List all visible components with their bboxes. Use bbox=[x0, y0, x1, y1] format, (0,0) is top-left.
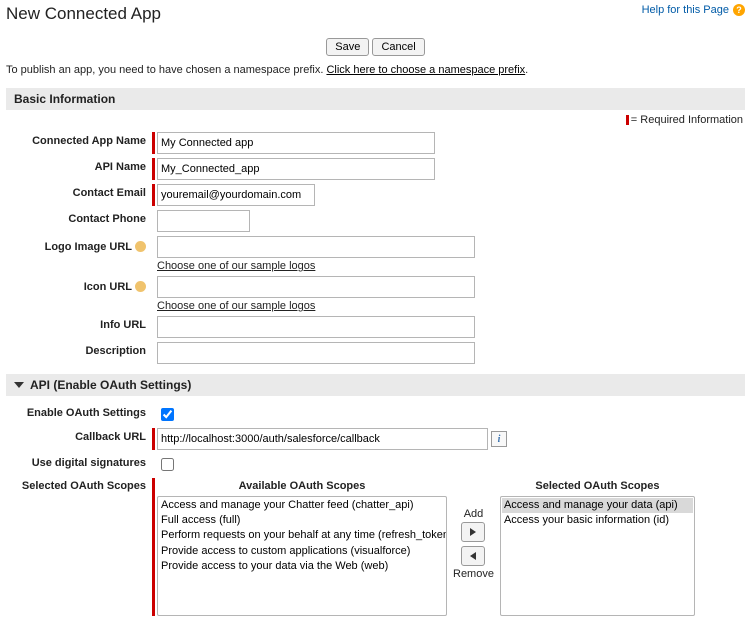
page-title: New Connected App bbox=[6, 4, 161, 24]
label-api-name: API Name bbox=[6, 158, 152, 173]
label-selected-oauth-scopes: Selected OAuth Scopes bbox=[6, 478, 152, 492]
scope-option[interactable]: Access and manage your data (api) bbox=[502, 498, 693, 513]
twisty-down-icon[interactable] bbox=[14, 382, 24, 388]
section-basic-title: Basic Information bbox=[14, 92, 115, 106]
required-marker bbox=[152, 428, 155, 450]
choose-sample-logo-link[interactable]: Choose one of our sample logos bbox=[157, 260, 475, 272]
label-connected-app-name: Connected App Name bbox=[6, 132, 152, 147]
required-marker bbox=[152, 184, 155, 206]
connected-app-name-input[interactable] bbox=[157, 132, 435, 154]
required-marker-off bbox=[152, 342, 155, 364]
help-icon: ? bbox=[733, 4, 745, 16]
required-information-legend: = Required Information bbox=[6, 110, 745, 130]
use-digital-signatures-checkbox[interactable] bbox=[161, 458, 174, 471]
info-icon[interactable]: i bbox=[491, 431, 507, 447]
available-scopes-title: Available OAuth Scopes bbox=[239, 480, 366, 492]
description-input[interactable] bbox=[157, 342, 475, 364]
choose-sample-icon-link[interactable]: Choose one of our sample logos bbox=[157, 300, 475, 312]
help-for-page-link[interactable]: Help for this Page ? bbox=[642, 4, 745, 16]
label-logo-image-url: Logo Image URL bbox=[6, 236, 152, 253]
namespace-message: To publish an app, you need to have chos… bbox=[6, 64, 745, 76]
logo-image-url-input[interactable] bbox=[157, 236, 475, 258]
selected-scopes-title: Selected OAuth Scopes bbox=[535, 480, 659, 492]
required-marker-off bbox=[152, 276, 155, 312]
contact-email-input[interactable] bbox=[157, 184, 315, 206]
required-marker-off bbox=[152, 316, 155, 338]
label-description: Description bbox=[6, 342, 152, 357]
scope-option[interactable]: Full access (full) bbox=[159, 513, 445, 528]
help-bubble-icon[interactable] bbox=[135, 281, 146, 292]
add-label: Add bbox=[464, 508, 484, 520]
available-scopes-list[interactable]: Access and manage your Chatter feed (cha… bbox=[157, 496, 447, 616]
required-marker-off bbox=[152, 236, 155, 272]
section-api-oauth[interactable]: API (Enable OAuth Settings) bbox=[6, 374, 745, 396]
label-enable-oauth: Enable OAuth Settings bbox=[6, 404, 152, 419]
remove-label: Remove bbox=[453, 568, 494, 580]
required-marker-off bbox=[152, 210, 155, 232]
label-use-digital-signatures: Use digital signatures bbox=[6, 454, 152, 469]
callback-url-input[interactable] bbox=[157, 428, 488, 450]
scope-option[interactable]: Provide access to custom applications (v… bbox=[159, 544, 445, 559]
enable-oauth-checkbox[interactable] bbox=[161, 408, 174, 421]
required-marker bbox=[152, 478, 155, 616]
label-icon-url: Icon URL bbox=[6, 276, 152, 293]
namespace-suffix: . bbox=[525, 64, 528, 76]
choose-namespace-link[interactable]: Click here to choose a namespace prefix bbox=[326, 64, 525, 76]
contact-phone-input[interactable] bbox=[157, 210, 250, 232]
required-marker bbox=[152, 132, 155, 154]
arrow-left-icon bbox=[470, 552, 476, 560]
label-contact-phone: Contact Phone bbox=[6, 210, 152, 225]
icon-url-input[interactable] bbox=[157, 276, 475, 298]
add-scope-button[interactable] bbox=[461, 522, 485, 542]
section-basic-information: Basic Information bbox=[6, 88, 745, 110]
info-url-input[interactable] bbox=[157, 316, 475, 338]
help-bubble-icon[interactable] bbox=[135, 241, 146, 252]
required-bar-icon bbox=[626, 115, 629, 125]
selected-scopes-list[interactable]: Access and manage your data (api)Access … bbox=[500, 496, 695, 616]
label-callback-url: Callback URL bbox=[6, 428, 152, 443]
scope-option[interactable]: Perform requests on your behalf at any t… bbox=[159, 528, 445, 543]
label-contact-email: Contact Email bbox=[6, 184, 152, 199]
arrow-right-icon bbox=[470, 528, 476, 536]
section-api-title: API (Enable OAuth Settings) bbox=[30, 378, 191, 392]
help-link-text: Help for this Page bbox=[642, 4, 729, 16]
required-information-text: = Required Information bbox=[631, 114, 743, 126]
scope-option[interactable]: Access and manage your Chatter feed (cha… bbox=[159, 498, 445, 513]
remove-scope-button[interactable] bbox=[461, 546, 485, 566]
cancel-button[interactable]: Cancel bbox=[372, 38, 424, 56]
label-info-url: Info URL bbox=[6, 316, 152, 331]
scope-option[interactable]: Provide access to your data via the Web … bbox=[159, 559, 445, 574]
scope-option[interactable]: Access your basic information (id) bbox=[502, 513, 693, 528]
save-button[interactable]: Save bbox=[326, 38, 369, 56]
required-marker bbox=[152, 158, 155, 180]
namespace-prefix-text: To publish an app, you need to have chos… bbox=[6, 64, 326, 76]
api-name-input[interactable] bbox=[157, 158, 435, 180]
